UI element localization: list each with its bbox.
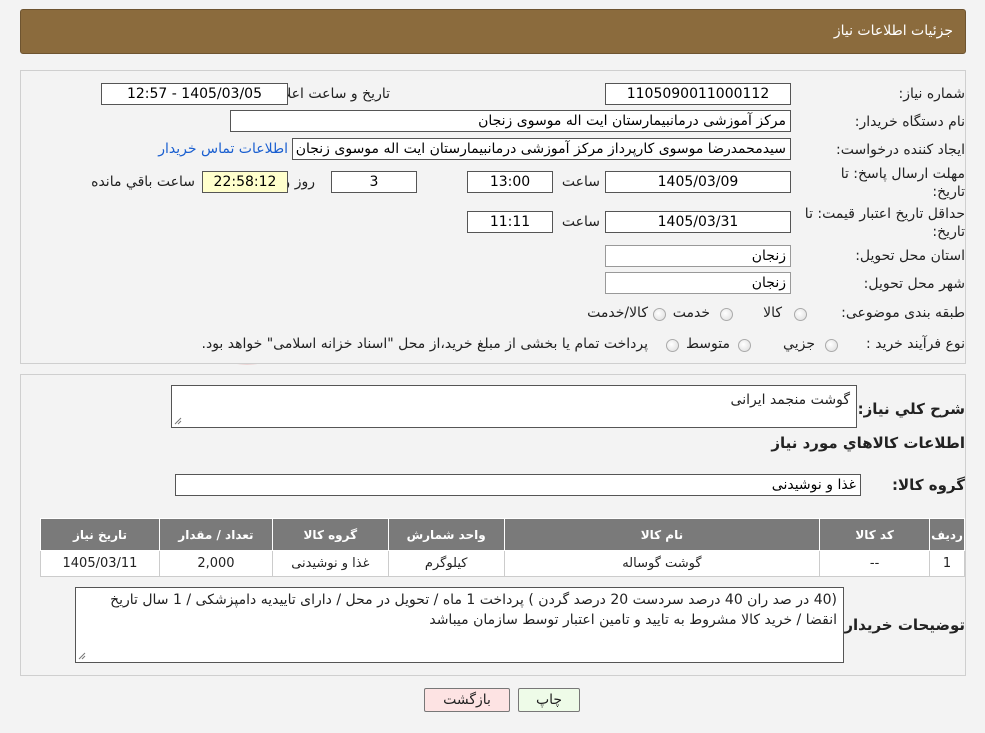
cell-unit: کیلوگرم [387, 550, 505, 577]
price-validity-time-field: 11:11 [467, 211, 553, 233]
col-goods-group: گروه کالا [271, 518, 389, 551]
cell-row-number: 1 [929, 550, 965, 577]
cell-goods-group: غذا و نوشیدنی [271, 550, 389, 577]
price-validity-label-date: تاريخ: [932, 224, 965, 240]
resize-grip-icon[interactable] [174, 417, 182, 425]
back-button[interactable]: بازگشت [424, 688, 510, 712]
remaining-time-field: 22:58:12 [202, 171, 288, 193]
deadline-label-date: تاريخ: [932, 184, 965, 200]
goods-group-label: گروه کالا: [892, 476, 965, 494]
deadline-time-label: ساعت [561, 174, 600, 190]
buyer-notes-textarea[interactable]: (40 در صد ران 40 درصد سردست 20 درصد گردن… [75, 587, 844, 663]
cell-quantity: 2,000 [158, 550, 273, 577]
need-number-label: شماره نیاز: [898, 86, 966, 102]
cell-item-name: گوشت گوساله [503, 550, 821, 577]
goods-group-field: غذا و نوشیدنی [175, 474, 861, 496]
items-table: رديف کد کالا نام کالا واحد شمارش گروه کا… [40, 518, 965, 577]
creator-label: ايجاد کننده درخواست: [836, 142, 965, 158]
category-option-goods: کالا [763, 305, 782, 321]
col-item-name: نام کالا [503, 518, 821, 551]
cell-need-date: 1405/03/11 [40, 550, 160, 577]
price-validity-label: حداقل تاريخ اعتبار قيمت: تا [804, 206, 965, 222]
buyer-notes-label: توضيحات خريدار: [838, 616, 965, 634]
col-unit: واحد شمارش [387, 518, 505, 551]
page-header: جزئیات اطلاعات نیاز [20, 9, 966, 54]
purchase-note: پرداخت تمام يا بخشی از مبلغ خريد،از محل … [201, 336, 648, 352]
purchase-type-radio-medium[interactable] [738, 339, 751, 352]
items-table-container: رديف کد کالا نام کالا واحد شمارش گروه کا… [40, 518, 965, 577]
purchase-type-label: نوع فرآيند خريد : [866, 336, 965, 352]
days-remaining-field: 3 [331, 171, 417, 193]
col-item-code: کد کالا [819, 518, 931, 551]
province-label: استان محل تحويل: [855, 248, 965, 264]
province-field: زنجان [605, 245, 791, 267]
deadline-time-field: 13:00 [467, 171, 553, 193]
creator-field: سیدمحمدرضا موسوی کارپرداز مرکز آموزشی در… [292, 138, 791, 160]
category-radio-goods[interactable] [794, 308, 807, 321]
category-option-goods-service: کالا/خدمت [587, 305, 648, 321]
buyer-org-field: مرکز آموزشی درمانبیمارستان ایت اله موسوی… [230, 110, 791, 132]
summary-textarea[interactable]: گوشت منجمد ایرانی [171, 385, 857, 428]
goods-info-title: اطلاعات کالاهاي مورد نياز [771, 434, 965, 452]
need-number-field: 1105090011000112 [605, 83, 791, 105]
treasury-checkbox[interactable] [666, 339, 679, 352]
purchase-type-radio-minor[interactable] [825, 339, 838, 352]
table-row: 1 -- گوشت گوساله کیلوگرم غذا و نوشیدنی 2… [40, 550, 965, 577]
category-radio-service[interactable] [720, 308, 733, 321]
buyer-org-label: نام دستگاه خريدار: [854, 114, 965, 130]
col-need-date: تاريخ نياز [40, 518, 160, 551]
purchase-type-option-medium: متوسط [686, 336, 730, 352]
summary-text: گوشت منجمد ایرانی [730, 392, 850, 408]
category-label: طبقه بندی موضوعی: [841, 305, 965, 321]
buyer-contact-link[interactable]: اطلاعات تماس خريدار [158, 141, 288, 157]
buyer-notes-text: (40 در صد ران 40 درصد سردست 20 درصد گردن… [110, 592, 837, 628]
price-validity-date-field: 1405/03/31 [605, 211, 791, 233]
city-field: زنجان [605, 272, 791, 294]
purchase-type-option-minor: جزيي [783, 336, 815, 352]
category-radio-goods-service[interactable] [653, 308, 666, 321]
remaining-time-label: ساعت باقي مانده [91, 174, 195, 190]
resize-grip-icon[interactable] [78, 652, 86, 660]
price-validity-time-label: ساعت [561, 214, 600, 230]
announce-date-field: 1405/03/05 - 12:57 [101, 83, 288, 105]
deadline-date-field: 1405/03/09 [605, 171, 791, 193]
table-header-row: رديف کد کالا نام کالا واحد شمارش گروه کا… [40, 518, 965, 551]
cell-item-code: -- [819, 550, 931, 577]
category-option-service: خدمت [672, 305, 710, 321]
days-label: روز و [283, 174, 316, 190]
col-row-number: رديف [929, 518, 965, 551]
col-quantity: تعداد / مقدار [158, 518, 273, 551]
city-label: شهر محل تحويل: [863, 276, 965, 292]
deadline-label: مهلت ارسال پاسخ: تا [840, 166, 965, 182]
page-title: جزئیات اطلاعات نیاز [833, 23, 953, 39]
summary-label: شرح کلي نياز: [857, 400, 965, 418]
print-button[interactable]: چاپ [518, 688, 580, 712]
